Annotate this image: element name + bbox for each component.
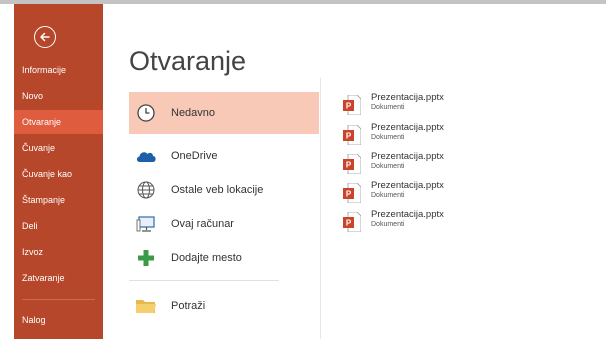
location-onedrive[interactable]: OneDrive — [129, 137, 319, 175]
file-name: Prezentacija.pptx — [371, 180, 444, 191]
sidebar-item-deli[interactable]: Deli — [14, 214, 103, 238]
file-name: Prezentacija.pptx — [371, 209, 444, 220]
sidebar-item-cuvanje[interactable]: Čuvanje — [14, 136, 103, 160]
back-arrow-icon[interactable] — [34, 26, 56, 48]
recent-file[interactable]: P Prezentacija.pptx Dokumenti — [343, 92, 523, 120]
plus-icon — [135, 247, 157, 269]
pptx-file-icon: P — [343, 124, 362, 146]
clock-icon — [135, 102, 157, 124]
recent-file[interactable]: P Prezentacija.pptx Dokumenti — [343, 151, 523, 179]
svg-text:P: P — [346, 132, 352, 141]
sidebar-item-novo[interactable]: Novo — [14, 84, 103, 108]
sidebar-item-informacije[interactable]: Informacije — [14, 58, 103, 82]
file-name: Prezentacija.pptx — [371, 122, 444, 133]
recent-file[interactable]: P Prezentacija.pptx Dokumenti — [343, 180, 523, 208]
recent-file[interactable]: P Prezentacija.pptx Dokumenti — [343, 122, 523, 150]
file-name: Prezentacija.pptx — [371, 92, 444, 103]
sidebar-item-stampanje[interactable]: Štampanje — [14, 188, 103, 212]
page-title: Otvaranje — [129, 46, 247, 76]
location-label: Ostale veb lokacije — [171, 184, 264, 196]
location-label: Ovaj računar — [171, 218, 234, 230]
sidebar-item-otvaranje[interactable]: Otvaranje — [14, 110, 103, 134]
location-ostale-veb-lokacije[interactable]: Ostale veb lokacije — [129, 171, 319, 209]
sidebar-item-zatvaranje[interactable]: Zatvaranje — [14, 266, 103, 290]
sidebar-item-nalog[interactable]: Nalog — [14, 308, 103, 332]
main-panel: Otvaranje Nedavno OneDrive Ostale veb lo… — [103, 4, 606, 339]
pptx-file-icon: P — [343, 94, 362, 116]
svg-text:P: P — [346, 102, 352, 111]
onedrive-cloud-icon — [135, 145, 157, 167]
locations-divider — [129, 280, 279, 281]
svg-text:P: P — [346, 190, 352, 199]
location-label: OneDrive — [171, 150, 218, 162]
file-location: Dokumenti — [371, 192, 405, 199]
globe-icon — [135, 179, 157, 201]
location-label: Potraži — [171, 300, 206, 312]
pptx-file-icon: P — [343, 211, 362, 233]
recent-file[interactable]: P Prezentacija.pptx Dokumenti — [343, 209, 523, 237]
file-location: Dokumenti — [371, 104, 405, 111]
file-location: Dokumenti — [371, 163, 405, 170]
pptx-file-icon: P — [343, 182, 362, 204]
svg-text:P: P — [346, 161, 352, 170]
column-divider — [320, 78, 321, 339]
file-name: Prezentacija.pptx — [371, 151, 444, 162]
file-location: Dokumenti — [371, 221, 405, 228]
location-potrazi[interactable]: Potraži — [129, 287, 319, 325]
svg-text:P: P — [346, 219, 352, 228]
pptx-file-icon: P — [343, 153, 362, 175]
sidebar-item-cuvanje-kao[interactable]: Čuvanje kao — [14, 162, 103, 186]
computer-icon — [135, 213, 157, 235]
location-label: Dodajte mesto — [171, 252, 242, 264]
sidebar-item-izvoz[interactable]: Izvoz — [14, 240, 103, 264]
sidebar-divider — [22, 299, 95, 300]
file-location: Dokumenti — [371, 134, 405, 141]
location-label: Nedavno — [171, 107, 216, 119]
folder-icon — [135, 295, 157, 317]
backstage-sidebar: Informacije Novo Otvaranje Čuvanje Čuvan… — [14, 4, 103, 339]
location-ovaj-racunar[interactable]: Ovaj računar — [129, 205, 319, 243]
location-dodajte-mesto[interactable]: Dodajte mesto — [129, 239, 319, 277]
location-nedavno[interactable]: Nedavno — [129, 92, 319, 134]
